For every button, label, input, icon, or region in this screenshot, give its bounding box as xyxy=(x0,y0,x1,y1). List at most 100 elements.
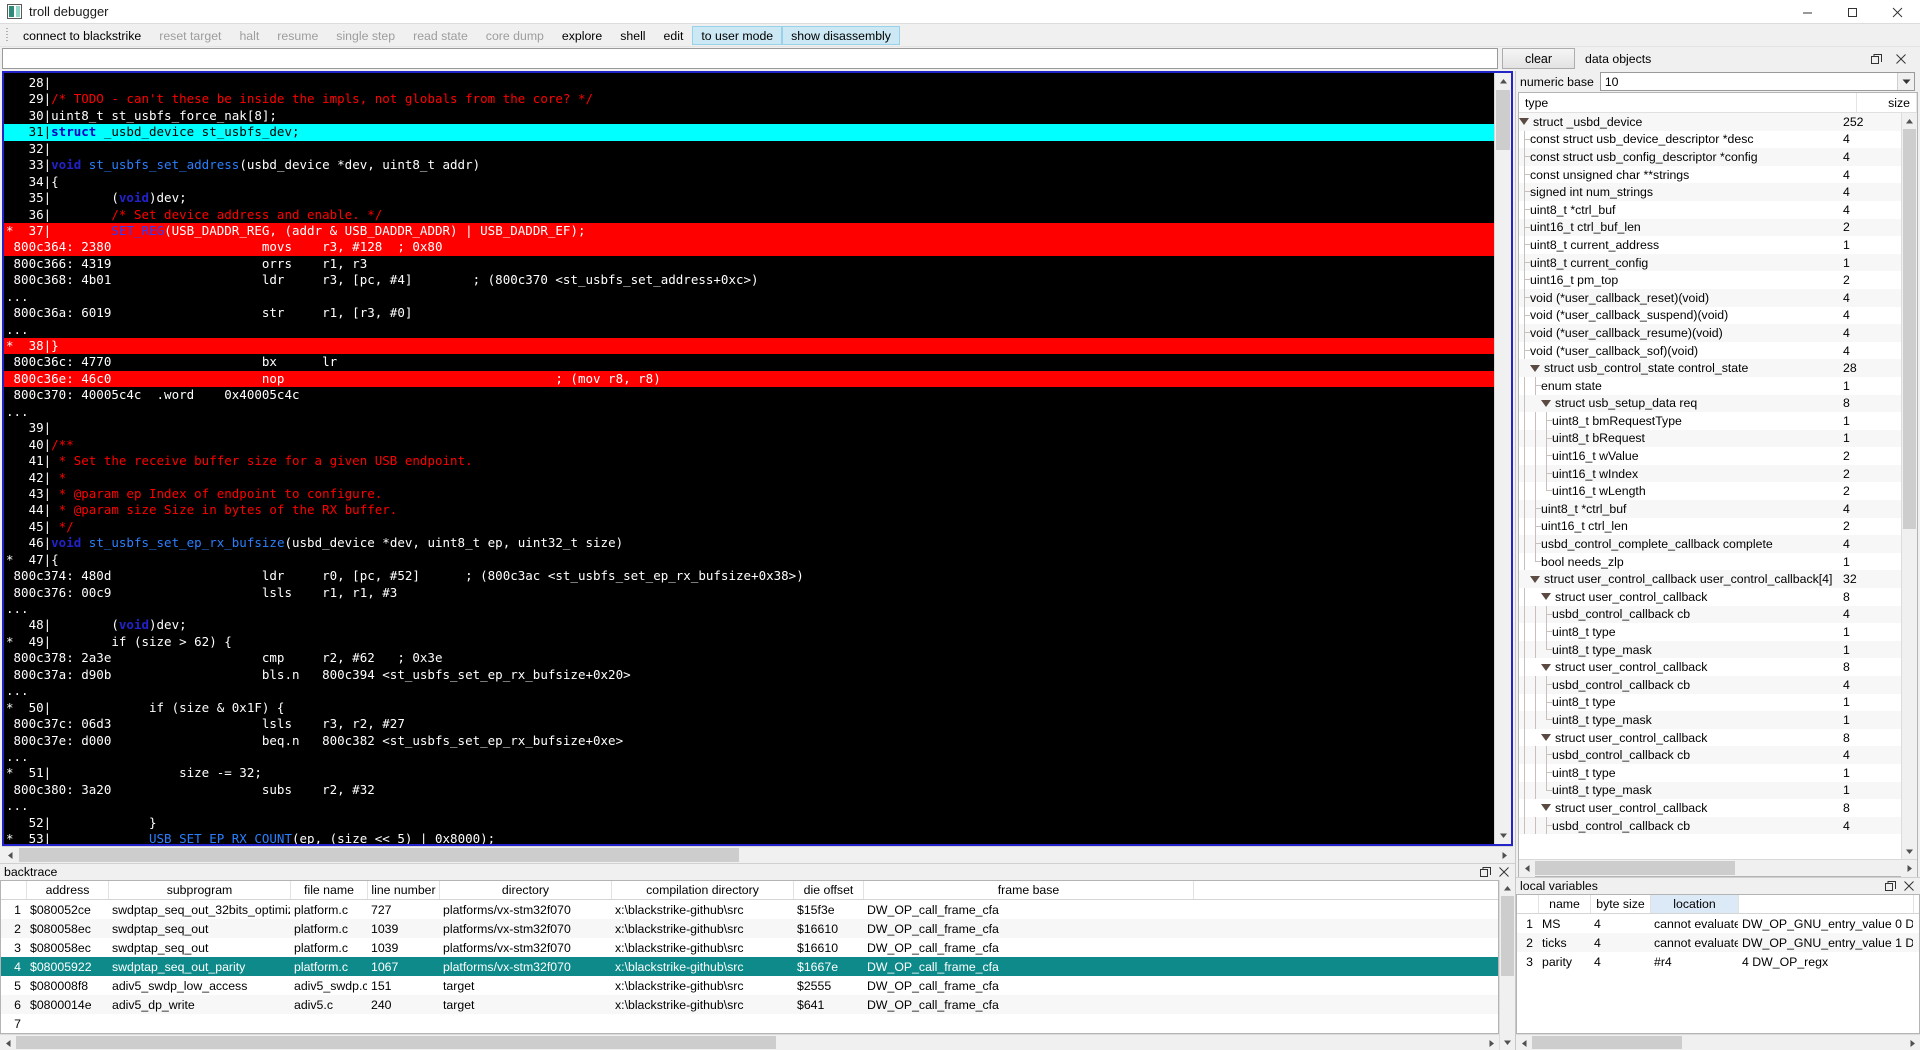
tree-row[interactable]: struct user_control_callback 8 xyxy=(1519,728,1901,747)
source-line[interactable]: 41| * Set the receive buffer size for a … xyxy=(4,453,1494,469)
tree-row[interactable]: struct user_control_callback user_contro… xyxy=(1519,570,1901,589)
scroll-up-icon[interactable] xyxy=(1495,73,1511,90)
disassembly-line[interactable]: 800c36c: 4770 bx lr xyxy=(4,354,1494,370)
tree-expander-icon[interactable] xyxy=(1530,574,1541,585)
disassembly-line[interactable]: 800c374: 480d ldr r0, [pc, #52] ; (800c3… xyxy=(4,568,1494,584)
disassembly-line[interactable]: ... xyxy=(4,404,1494,420)
toolbar-button-connect-to-blackstrike[interactable]: connect to blackstrike xyxy=(14,26,150,45)
source-line[interactable]: 42| * xyxy=(4,470,1494,486)
source-line[interactable]: 40|/** xyxy=(4,437,1494,453)
toolbar-button-explore[interactable]: explore xyxy=(553,26,611,45)
tree-row[interactable]: enum state 1 xyxy=(1519,376,1901,395)
tree-vertical-scrollbar[interactable] xyxy=(1901,113,1917,859)
source-line[interactable]: 44| * @param size Size in bytes of the R… xyxy=(4,502,1494,518)
tree-row[interactable]: uint16_t ctrl_len 2 xyxy=(1519,517,1901,536)
data-objects-tree-body[interactable]: struct _usbd_device 252 const struct usb_d… xyxy=(1519,113,1901,859)
disassembly-line[interactable]: ... xyxy=(4,798,1494,814)
bt-scroll-up-icon[interactable] xyxy=(1500,880,1515,896)
tree-row[interactable]: uint16_t wLength 2 xyxy=(1519,482,1901,501)
numeric-base-select[interactable]: 10 xyxy=(1599,72,1915,91)
backtrace-horizontal-scrollbar[interactable] xyxy=(0,1034,1499,1050)
tree-vscroll-track[interactable] xyxy=(1902,129,1917,843)
tree-expander-icon[interactable] xyxy=(1530,363,1541,374)
tree-scroll-left-icon[interactable] xyxy=(1519,860,1535,877)
table-row[interactable]: 1 $080052ce swdptap_seq_out_32bits_optimiz… xyxy=(1,900,1498,919)
source-line[interactable]: 32| xyxy=(4,141,1494,157)
lv-hscroll-thumb[interactable] xyxy=(1532,1036,1682,1049)
tree-row[interactable]: uint16_t ctrl_buf_len 2 xyxy=(1519,218,1901,237)
backtrace-close-icon[interactable] xyxy=(1497,866,1510,879)
list-item[interactable]: 3 parity 4 #r4 4 DW_OP_regx xyxy=(1517,952,1919,971)
tree-row[interactable]: uint8_t type 1 xyxy=(1519,693,1901,712)
locals-column-header[interactable] xyxy=(1739,895,1914,913)
column-header-size[interactable]: size xyxy=(1857,93,1917,112)
tree-row[interactable]: struct usb_control_state control_state 28 xyxy=(1519,359,1901,377)
toolbar-grip[interactable] xyxy=(4,27,11,44)
locals-close-icon[interactable] xyxy=(1902,880,1915,893)
tree-row[interactable]: void (*user_callback_reset)(void) 4 xyxy=(1519,288,1901,307)
maximize-icon[interactable] xyxy=(1830,0,1875,24)
source-line[interactable]: 36| /* Set device address and enable. */ xyxy=(4,207,1494,223)
source-scroll-track[interactable] xyxy=(1495,90,1511,827)
source-horizontal-scrollbar[interactable] xyxy=(2,846,1513,864)
backtrace-column-header[interactable]: file name xyxy=(291,881,368,899)
disassembly-line[interactable]: ... xyxy=(4,749,1494,765)
clear-button[interactable]: clear xyxy=(1502,48,1575,69)
disassembly-line[interactable]: ... xyxy=(4,289,1494,305)
tree-row[interactable]: uint8_t bRequest 1 xyxy=(1519,429,1901,448)
locals-column-header[interactable]: byte size xyxy=(1591,895,1651,913)
command-input[interactable] xyxy=(2,48,1498,69)
tree-horizontal-scrollbar[interactable] xyxy=(1519,859,1917,877)
tree-hscroll-thumb[interactable] xyxy=(1535,861,1735,875)
tree-row[interactable]: struct _usbd_device 252 xyxy=(1519,113,1901,131)
backtrace-column-header[interactable]: directory xyxy=(440,881,612,899)
locals-horizontal-scrollbar[interactable] xyxy=(1516,1034,1920,1050)
tree-row[interactable]: usbd_control_callback cb 4 xyxy=(1519,746,1901,764)
panel-close-icon[interactable] xyxy=(1894,53,1907,66)
tree-expander-icon[interactable] xyxy=(1519,116,1530,127)
tree-expander-icon[interactable] xyxy=(1541,802,1552,813)
disassembly-line[interactable]: 800c368: 4b01 ldr r3, [pc, #4] ; (800c37… xyxy=(4,272,1494,288)
scroll-down-icon[interactable] xyxy=(1495,827,1511,844)
tree-row[interactable]: uint8_t bmRequestType 1 xyxy=(1519,412,1901,430)
tree-row[interactable]: struct user_control_callback 8 xyxy=(1519,588,1901,606)
tree-row[interactable]: uint16_t pm_top 2 xyxy=(1519,271,1901,289)
disassembly-line[interactable]: 800c376: 00c9 lsls r1, r1, #3 xyxy=(4,585,1494,601)
disassembly-line[interactable]: 800c37c: 06d3 lsls r3, r2, #27 xyxy=(4,716,1494,732)
tree-row[interactable]: uint8_t *ctrl_buf 4 xyxy=(1519,200,1901,219)
bt-hscroll-thumb[interactable] xyxy=(16,1036,776,1049)
source-disassembly-view[interactable]: 28| 29|/* TODO - can't these be inside t… xyxy=(4,73,1494,844)
table-row[interactable]: 7 xyxy=(1,1014,1498,1033)
locals-column-header[interactable]: name xyxy=(1539,895,1591,913)
table-row[interactable]: 6 $0800014e adiv5_dp_write adiv5.c 240 target… xyxy=(1,995,1498,1014)
disassembly-line[interactable]: 800c378: 2a3e cmp r2, #62 ; 0x3e xyxy=(4,650,1494,666)
tree-row[interactable]: uint8_t type_mask 1 xyxy=(1519,640,1901,659)
source-line[interactable]: 28| xyxy=(4,75,1494,91)
column-header-type[interactable]: type xyxy=(1519,93,1857,112)
tree-row[interactable]: uint8_t type 1 xyxy=(1519,763,1901,782)
source-line[interactable]: * 51| size -= 32; xyxy=(4,765,1494,781)
bt-vscroll-thumb[interactable] xyxy=(1501,896,1514,976)
lv-scroll-left-icon[interactable] xyxy=(1516,1035,1532,1050)
tree-row[interactable]: uint16_t wIndex 2 xyxy=(1519,464,1901,483)
locals-column-header[interactable]: location xyxy=(1651,895,1739,913)
table-row[interactable]: 3 $080058ec swdptap_seq_out platform.c 1039 p… xyxy=(1,938,1498,957)
source-hscroll-track[interactable] xyxy=(19,847,1496,863)
bt-hscroll-track[interactable] xyxy=(16,1035,1483,1050)
tree-vscroll-thumb[interactable] xyxy=(1903,129,1916,529)
tree-row[interactable]: bool needs_zlp 1 xyxy=(1519,552,1901,571)
bt-vscroll-track[interactable] xyxy=(1500,896,1515,1034)
tree-row[interactable]: const unsigned char **strings 4 xyxy=(1519,165,1901,184)
backtrace-column-header[interactable]: die offset xyxy=(794,881,864,899)
tree-row[interactable]: uint16_t wValue 2 xyxy=(1519,447,1901,465)
disassembly-line[interactable]: 800c37a: d90b bls.n 800c394 <st_usbfs_se… xyxy=(4,667,1494,683)
tree-row[interactable]: struct user_control_callback 8 xyxy=(1519,658,1901,676)
tree-row[interactable]: const struct usb_config_descriptor *conf… xyxy=(1519,148,1901,166)
lv-scroll-right-icon[interactable] xyxy=(1904,1035,1920,1050)
table-row[interactable]: 2 $080058ec swdptap_seq_out platform.c 1039 p… xyxy=(1,919,1498,938)
source-line[interactable]: 33|void st_usbfs_set_address(usbd_device… xyxy=(4,157,1494,173)
tree-scroll-down-icon[interactable] xyxy=(1902,843,1917,859)
source-line[interactable]: 43| * @param ep Index of endpoint to con… xyxy=(4,486,1494,502)
source-line[interactable]: 48| (void)dev; xyxy=(4,617,1494,633)
minimize-icon[interactable] xyxy=(1785,0,1830,24)
